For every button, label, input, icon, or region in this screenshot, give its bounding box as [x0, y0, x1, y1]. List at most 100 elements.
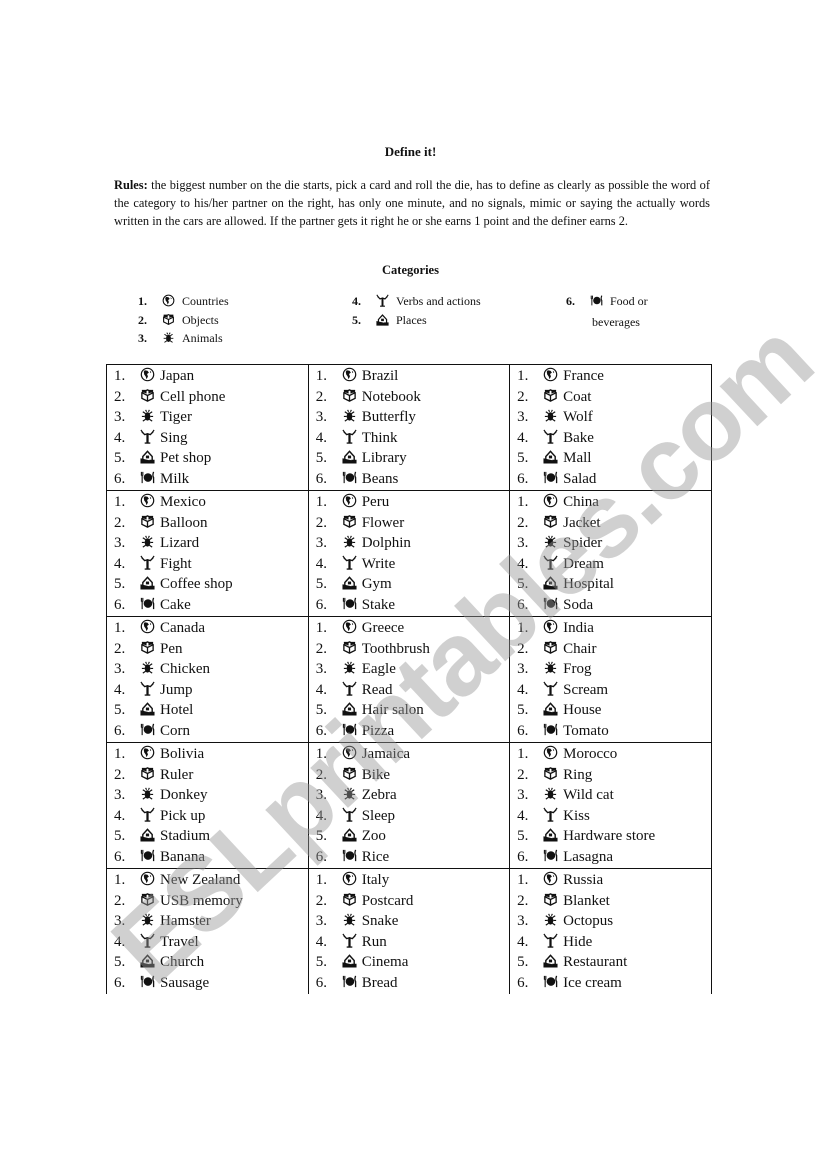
dining-icon [342, 721, 362, 742]
dining-icon [342, 847, 362, 868]
entry-word: Balloon [160, 514, 208, 531]
entry-word: Spider [563, 535, 603, 551]
entry-number: 1. [315, 746, 327, 762]
entry-number: 4. [517, 555, 529, 572]
card: 1. Greece 2. Toothbrush 3. Eagle 4. Read 5. Hair … [307, 616, 511, 743]
card: 1. Mexico 2. Balloon 3. Lizard 4. Fight 5. Coffee… [106, 490, 309, 617]
entry-word: Hide [563, 933, 593, 950]
entry-number: 6. [315, 848, 327, 865]
entry-number: 3. [114, 787, 126, 803]
card-entry: 3. Wolf [517, 407, 711, 428]
entry-word: Flower [361, 514, 405, 531]
entry-word: China [563, 494, 599, 510]
entry-number: 1. [517, 746, 529, 762]
entry-word: Ring [563, 766, 593, 783]
card-entry: 4. Run [316, 932, 509, 953]
dining-icon [590, 292, 610, 310]
house-icon [342, 574, 362, 595]
dining-icon [140, 973, 160, 994]
card-entry: 5. Library [316, 448, 509, 469]
dining-icon [140, 595, 160, 616]
card-entry: 4. Scream [517, 680, 711, 701]
card-entry: 4. Fight [114, 554, 308, 575]
entry-word: Blanket [563, 892, 610, 909]
house-icon [543, 448, 563, 469]
bug-icon [140, 785, 160, 806]
entry-word: Jamaica [361, 746, 411, 762]
entry-word: Cell phone [160, 388, 226, 405]
entry-number: 5. [517, 450, 529, 466]
card-entry: 5. Stadium [114, 826, 308, 847]
card-entry: 1. Peru [316, 492, 509, 513]
entry-number: 5. [315, 828, 327, 844]
entry-number: 4. [517, 429, 529, 446]
entry-number: 3. [315, 787, 327, 803]
entry-word: Milk [160, 470, 190, 487]
gift-box-icon [543, 639, 563, 660]
entry-word: Pen [160, 640, 183, 657]
entry-number: 2. [315, 388, 327, 405]
card-entry: 5. House [517, 700, 711, 721]
entry-number: 2. [517, 892, 529, 909]
card-entry: 2. Pen [114, 639, 308, 660]
entry-number: 4. [315, 933, 327, 950]
gift-box-icon [543, 387, 563, 408]
card-entry: 1. China [517, 492, 711, 513]
entry-word: Cake [160, 596, 191, 613]
entry-word: Bolivia [160, 746, 205, 762]
antenna-icon [543, 932, 563, 953]
entry-word: Corn [160, 722, 190, 739]
entry-number: 2. [517, 514, 529, 531]
house-icon [543, 574, 563, 595]
bug-icon [543, 659, 563, 680]
entry-number: 5. [517, 702, 529, 718]
category-item: 6. Food or [566, 292, 648, 310]
entry-number: 4. [517, 933, 529, 950]
category-number: 4. [352, 294, 361, 308]
dining-icon [543, 973, 563, 994]
card-entry: 6. Sausage [114, 973, 308, 994]
dining-icon [543, 595, 563, 616]
entry-number: 2. [114, 766, 126, 783]
entry-number: 5. [315, 702, 327, 718]
entry-number: 2. [114, 514, 126, 531]
entry-word: Stake [361, 596, 396, 613]
entry-word: Chicken [160, 661, 210, 677]
antenna-icon [342, 680, 362, 701]
entry-number: 1. [517, 494, 529, 510]
entry-number: 3. [114, 535, 126, 551]
card: 1. Bolivia 2. Ruler 3. Donkey 4. Pick up 5. Stadi… [106, 742, 309, 869]
entry-number: 6. [517, 974, 529, 991]
entry-number: 4. [315, 429, 327, 446]
card-entry: 4. Kiss [517, 806, 711, 827]
entry-word: Travel [160, 933, 199, 950]
card-entry: 2. Ruler [114, 765, 308, 786]
dining-icon [342, 973, 362, 994]
gift-box-icon [543, 513, 563, 534]
entry-number: 6. [315, 722, 327, 739]
entry-word: Hotel [160, 702, 194, 718]
antenna-icon [342, 806, 362, 827]
entry-word: Gym [361, 576, 392, 592]
entry-number: 3. [517, 661, 529, 677]
entry-word: Canada [160, 620, 205, 636]
entry-word: Think [361, 429, 398, 446]
bug-icon [342, 407, 362, 428]
card: 1. Peru 2. Flower 3. Dolphin 4. Write 5. Gym 6. Sta… [307, 490, 511, 617]
card-entry: 2. Postcard [316, 891, 509, 912]
entry-word: Mall [563, 450, 592, 466]
entry-word: Chair [563, 640, 597, 657]
bug-icon [543, 911, 563, 932]
card-entry: 3. Snake [316, 911, 509, 932]
house-icon [140, 826, 160, 847]
gift-box-icon [342, 891, 362, 912]
card-entry: 1. Morocco [517, 744, 711, 765]
entry-number: 4. [315, 681, 327, 698]
card-entry: 6. Stake [316, 595, 509, 616]
globe-icon [342, 366, 362, 387]
dining-icon [342, 469, 362, 490]
card-entry: 1. Japan [114, 366, 308, 387]
globe-icon [543, 492, 563, 513]
bug-icon [162, 329, 182, 347]
card-entry: 6. Banana [114, 847, 308, 868]
